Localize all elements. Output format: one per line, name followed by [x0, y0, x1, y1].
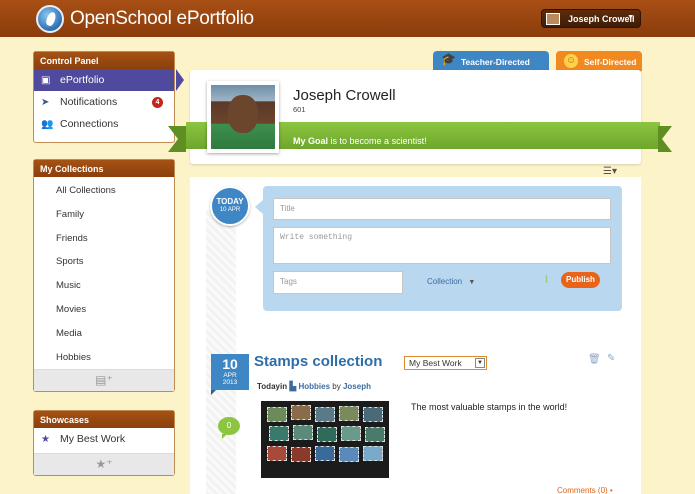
profile-photo[interactable]: [207, 81, 279, 153]
stamp: [291, 447, 311, 462]
collections-title: My Collections: [34, 160, 174, 177]
star-icon: ★: [41, 434, 50, 445]
stamp: [293, 425, 313, 440]
post-meta-by: by: [332, 382, 341, 391]
profile-id: 601: [293, 105, 306, 114]
collection-item-family[interactable]: Family: [34, 203, 174, 227]
control-panel-title: Control Panel: [34, 52, 174, 69]
showcase-item-label: My Best Work: [60, 433, 126, 445]
collection-item-all[interactable]: All Collections: [34, 179, 174, 203]
stamp: [363, 407, 383, 422]
today-label: TODAY: [216, 197, 244, 206]
today-date: 10 APR: [219, 207, 241, 213]
sidebar-item-label: ePortfolio: [60, 74, 105, 86]
collection-dropdown[interactable]: Collection ▼: [427, 277, 475, 286]
post-year: 2013: [222, 379, 238, 386]
stamp: [315, 407, 335, 422]
comments-link[interactable]: Comments (0) •: [557, 486, 613, 494]
collection-label: Collection: [427, 277, 463, 286]
folder-icon: ▙: [289, 381, 297, 391]
sidebar-item-eportfolio[interactable]: ▣ ePortfolio: [34, 69, 184, 91]
post-title[interactable]: Stamps collection: [254, 353, 382, 370]
sidebar-item-label: Notifications: [60, 96, 118, 108]
comment-count-bubble[interactable]: 0: [218, 417, 240, 439]
post-day: 10: [222, 356, 238, 372]
stamp: [339, 447, 359, 462]
stamp: [291, 405, 311, 420]
post-body-textarea[interactable]: Write something: [273, 227, 611, 264]
post-description: The most valuable stamps in the world!: [411, 402, 568, 412]
collection-item-music[interactable]: Music: [34, 274, 174, 298]
stamp: [267, 407, 287, 422]
goal-statement: My Goal is to become a scientist!: [293, 136, 427, 146]
post-image-stamps[interactable]: [261, 401, 389, 478]
timeline-stripe: [206, 210, 236, 494]
post-title-input[interactable]: Title: [273, 198, 611, 220]
showcase-select-value: My Best Work: [409, 358, 462, 368]
stamp: [365, 427, 385, 442]
chevron-down-icon: ▼: [468, 279, 476, 286]
showcases-title: Showcases: [34, 411, 174, 428]
post-meta-prefix: Todayin: [257, 382, 288, 391]
tab-self-directed[interactable]: ☺ Self-Directed: [556, 51, 642, 71]
post-meta: Todayin ▙ Hobbies by Joseph: [257, 381, 371, 392]
publish-button[interactable]: Publish: [561, 272, 600, 288]
post-meta-author[interactable]: Joseph: [343, 382, 371, 391]
post-tags-input[interactable]: Tags: [273, 271, 403, 294]
control-panel: Control Panel ▣ ePortfolio ➤ Notificatio…: [33, 51, 184, 143]
chevron-down-icon: ▼: [627, 14, 634, 21]
trash-icon[interactable]: 🗑: [588, 354, 601, 365]
attach-icon[interactable]: ⌇: [544, 275, 549, 286]
graduation-cap-icon: 🎓: [441, 52, 456, 66]
collection-item-media[interactable]: Media: [34, 322, 174, 346]
stamp: [317, 427, 337, 442]
active-arrow: [176, 69, 184, 91]
profile-face: [228, 95, 258, 133]
showcases-panel: Showcases ★ My Best Work ★⁺: [33, 410, 175, 476]
tab-label: Teacher-Directed: [461, 57, 530, 67]
user-avatar: [546, 13, 560, 25]
tab-label: Self-Directed: [584, 57, 637, 67]
briefcase-icon: ▣: [41, 75, 51, 86]
collection-item-movies[interactable]: Movies: [34, 298, 174, 322]
collection-item-friends[interactable]: Friends: [34, 227, 174, 251]
sidebar-item-connections[interactable]: 👥 Connections: [34, 113, 174, 135]
post-month: APR: [223, 372, 237, 379]
tab-teacher-directed[interactable]: 🎓 Teacher-Directed: [433, 51, 549, 71]
profile-name: Joseph Crowell: [293, 87, 396, 104]
smiley-icon: ☺: [564, 54, 578, 68]
post-date-tag: 10 APR 2013: [211, 354, 249, 395]
stamp: [339, 406, 359, 421]
user-menu-button[interactable]: Joseph Crowell ▼: [541, 9, 641, 28]
cursor-icon: ➤: [41, 97, 50, 108]
openschool-logo-icon[interactable]: [36, 5, 64, 33]
user-name: Joseph Crowell: [568, 14, 635, 24]
chevron-down-icon: ▼: [475, 358, 485, 368]
collection-item-hobbies[interactable]: Hobbies: [34, 346, 174, 370]
stamp: [341, 426, 361, 441]
add-showcase-icon[interactable]: ★⁺: [34, 453, 174, 475]
people-icon: 👥: [41, 119, 54, 130]
view-list-icon[interactable]: ☰▾: [603, 166, 617, 177]
goal-label: My Goal: [293, 136, 329, 146]
showcase-item-best-work[interactable]: ★ My Best Work: [34, 428, 174, 448]
post-meta-collection[interactable]: Hobbies: [298, 382, 330, 391]
stamp: [315, 446, 335, 461]
stamp: [267, 446, 287, 461]
notification-badge: 4: [152, 97, 163, 108]
today-badge: TODAY 10 APR: [210, 186, 250, 226]
goal-text: is to become a scientist!: [330, 136, 427, 146]
showcase-select[interactable]: My Best Work ▼: [404, 356, 487, 370]
stamp: [269, 426, 289, 441]
collection-item-sports[interactable]: Sports: [34, 250, 174, 274]
collections-panel: My Collections All Collections Family Fr…: [33, 159, 175, 392]
sidebar-item-label: Connections: [60, 118, 119, 130]
edit-pencil-icon[interactable]: ✎: [607, 353, 615, 364]
sidebar-item-notifications[interactable]: ➤ Notifications 4: [34, 91, 174, 113]
add-collection-icon[interactable]: ▤⁺: [34, 369, 174, 391]
brand-title[interactable]: OpenSchool ePortfolio: [70, 8, 254, 30]
stamp: [363, 446, 383, 461]
